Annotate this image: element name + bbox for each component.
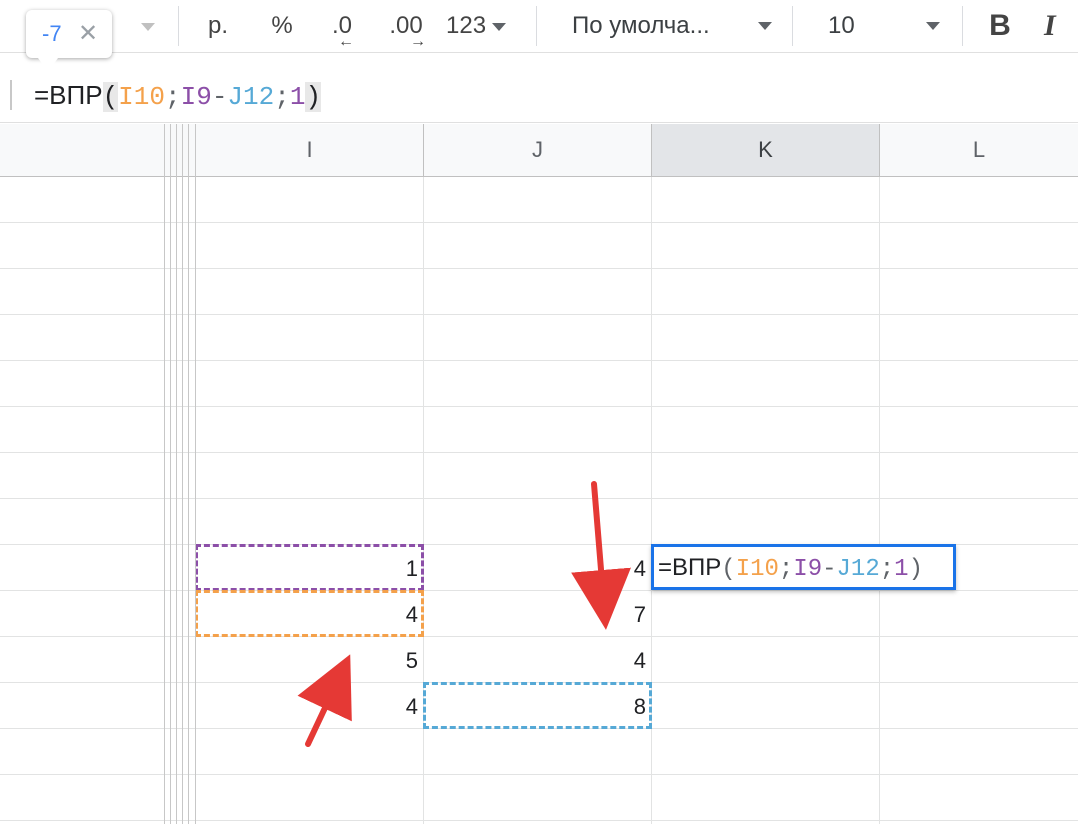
formula-close-paren: )	[305, 82, 322, 112]
editor-ref-i9: I9	[793, 556, 823, 583]
toolbar-divider	[536, 6, 537, 46]
editor-arg-index: 1	[894, 556, 909, 583]
column-header-j[interactable]: J	[424, 124, 652, 176]
row-line	[0, 360, 1078, 361]
editor-ref-i10: I10	[735, 556, 779, 583]
editor-separator: ;	[879, 556, 895, 583]
cell-i11[interactable]: 5	[196, 636, 424, 682]
column-header-k[interactable]: K	[652, 124, 880, 176]
formula-ref-i10: I10	[118, 82, 165, 112]
reference-highlight-i9	[195, 544, 424, 591]
row-line	[0, 314, 1078, 315]
font-size-dropdown[interactable]: 10	[828, 8, 943, 44]
formula-ref-j12: J12	[227, 82, 275, 112]
percent-format-button[interactable]: %	[266, 8, 298, 44]
frozen-columns-divider[interactable]	[164, 124, 196, 824]
row-line	[0, 498, 1078, 499]
increase-decimals-button[interactable]: .00 →	[382, 8, 430, 50]
font-family-dropdown[interactable]: По умолча...	[572, 8, 772, 44]
formula-arg-index: 1	[289, 82, 306, 112]
more-formats-label: 123	[446, 12, 487, 39]
column-header-row: I J K L	[0, 124, 1078, 177]
row-line	[0, 222, 1078, 223]
row-line	[0, 406, 1078, 407]
row-line	[0, 452, 1078, 453]
formula-ref-i9: I9	[180, 82, 212, 112]
cell-i12[interactable]: 4	[196, 682, 424, 728]
row-line	[0, 774, 1078, 775]
toolbar: р. % .0 ← .00 → 123 По умолча... 10 B I	[0, 0, 1078, 53]
font-size-label: 10	[828, 12, 855, 39]
formula-function-name: =ВПР	[34, 80, 103, 110]
formula-separator: ;	[164, 82, 181, 112]
toolbar-divider	[178, 6, 179, 46]
editor-separator: ;	[778, 556, 794, 583]
close-icon[interactable]: ✕	[78, 10, 98, 58]
formula-separator: ;	[274, 82, 290, 112]
reference-highlight-i10	[195, 590, 424, 637]
cell-j11[interactable]: 4	[424, 636, 652, 682]
undo-dropdown-caret[interactable]	[138, 8, 158, 44]
editor-close-paren: )	[908, 556, 923, 583]
formula-input[interactable]: =ВПР(I10;I9-J12;1)	[34, 78, 322, 112]
currency-format-button[interactable]: р.	[200, 8, 236, 44]
formula-bar-divider	[10, 80, 12, 110]
font-family-label: По умолча...	[572, 12, 710, 39]
column-header-i[interactable]: I	[196, 124, 424, 176]
bold-button[interactable]: B	[984, 6, 1016, 46]
arrow-left-icon: ←	[338, 33, 354, 50]
chevron-down-icon	[492, 22, 507, 31]
formula-minus: -	[211, 82, 228, 112]
cell-editor-k9[interactable]: =ВПР(I10;I9-J12;1)	[651, 544, 956, 590]
editor-open-paren: (	[721, 556, 736, 583]
chevron-down-icon	[926, 22, 940, 30]
tooltip-result-value: -7	[42, 21, 62, 46]
editor-function-name: =ВПР	[658, 554, 722, 581]
formula-bar[interactable]: =ВПР(I10;I9-J12;1)	[0, 68, 1078, 123]
row-line	[0, 268, 1078, 269]
toolbar-divider	[962, 6, 963, 46]
cell-j10[interactable]: 7	[424, 590, 652, 636]
editor-minus: -	[822, 556, 837, 583]
toolbar-divider	[792, 6, 793, 46]
cell-j9[interactable]: 4	[424, 544, 652, 590]
more-formats-button[interactable]: 123	[446, 8, 522, 44]
chevron-down-icon	[758, 22, 772, 30]
formula-result-tooltip: -7 ✕	[26, 10, 112, 72]
decrease-decimals-button[interactable]: .0 ←	[322, 8, 362, 50]
column-header-l[interactable]: L	[880, 124, 1078, 176]
cell-grid[interactable]: 1 4 5 4 4 7 4 8	[0, 177, 1078, 824]
arrow-right-icon: →	[410, 33, 426, 50]
column-line	[879, 177, 880, 824]
editor-ref-j12: J12	[836, 556, 880, 583]
reference-highlight-j12	[423, 682, 652, 729]
row-line	[0, 820, 1078, 821]
italic-button[interactable]: I	[1044, 6, 1076, 46]
formula-open-paren: (	[102, 82, 119, 112]
cell-editor-input[interactable]: =ВПР(I10;I9-J12;1)	[658, 547, 923, 587]
